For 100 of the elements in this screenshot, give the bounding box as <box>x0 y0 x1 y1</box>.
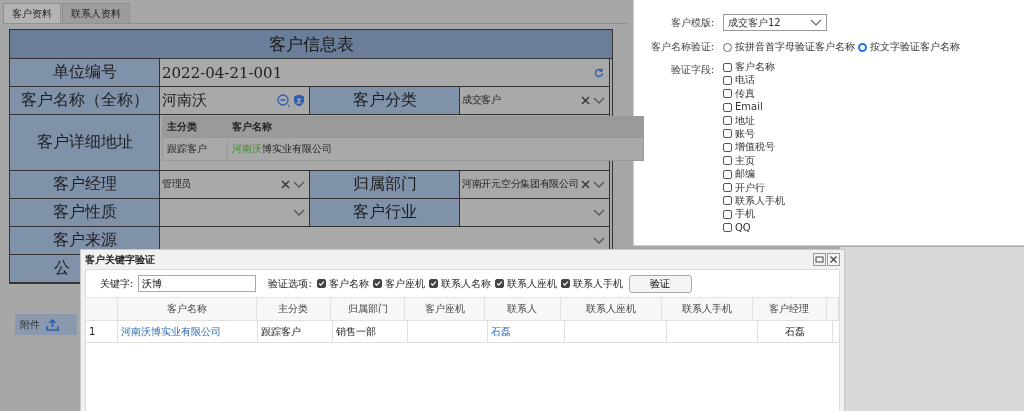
table-cell: 1 <box>86 321 118 342</box>
field-label: 客户经理 <box>10 171 160 199</box>
verify-button[interactable]: 验证 <box>628 274 692 293</box>
tab[interactable]: 客户资料 <box>3 3 61 23</box>
link-cell[interactable]: 河南沃博实业有限公司 <box>118 321 258 342</box>
shield-icon[interactable] <box>293 94 305 107</box>
select-field[interactable] <box>460 199 610 227</box>
column-header: 客户经理 <box>752 298 828 320</box>
checkbox-option[interactable]: 联系人手机 <box>723 194 785 207</box>
clear-icon[interactable] <box>581 96 590 105</box>
checkbox-option[interactable]: 联系人手机 <box>560 276 623 291</box>
name-field[interactable]: 河南沃 <box>160 87 310 115</box>
chevron-down-icon <box>810 19 822 26</box>
code-field[interactable]: 2022-04-21-001 <box>160 59 610 87</box>
attachment-button[interactable]: 附件 <box>15 314 77 335</box>
table-cell: 石磊 <box>758 321 833 342</box>
field-label: 单位编号 <box>10 59 160 87</box>
table-cell: 跟踪客户 <box>258 321 333 342</box>
column-header: 主分类 <box>163 117 228 137</box>
column-header: 主分类 <box>256 298 332 320</box>
column-header: 联系人 <box>484 298 562 320</box>
column-header: 客户名称 <box>231 120 272 134</box>
checkbox-icon[interactable] <box>723 89 732 99</box>
checkbox-icon[interactable] <box>723 156 732 166</box>
clear-icon[interactable] <box>281 180 290 189</box>
setting-label: 客户模版: <box>669 15 714 30</box>
maximize-icon[interactable] <box>813 253 826 266</box>
column-header: 联系人座机 <box>561 298 663 320</box>
select-field[interactable]: 管理员 <box>160 171 310 199</box>
checkbox-option[interactable]: 账号 <box>723 127 785 140</box>
checkbox-option[interactable]: 传真 <box>723 87 785 100</box>
upload-icon <box>46 318 59 331</box>
checkbox-icon[interactable] <box>316 279 326 288</box>
column-header: 联系人手机 <box>662 298 753 320</box>
tab[interactable]: 联系人资料 <box>62 3 130 23</box>
checkbox-option[interactable]: Email <box>723 101 785 114</box>
checkbox-icon[interactable] <box>723 183 732 192</box>
chevron-down-icon[interactable] <box>593 208 605 217</box>
checkbox-icon[interactable] <box>723 223 732 233</box>
checkbox-option[interactable]: 联系人座机 <box>494 276 557 291</box>
select-field[interactable]: 成交客户 <box>460 87 610 115</box>
checkbox-icon[interactable] <box>723 62 732 72</box>
select-field[interactable] <box>160 199 310 227</box>
chevron-down-icon[interactable] <box>593 180 605 189</box>
column-header: 客户座机 <box>405 298 485 320</box>
table-cell: 销售一部 <box>333 321 408 342</box>
clear-icon[interactable] <box>581 180 590 189</box>
chevron-down-icon[interactable] <box>593 96 605 105</box>
checkbox-option[interactable]: 联系人名称 <box>428 276 491 291</box>
field-label: 客户分类 <box>310 87 460 115</box>
setting-label: 验证字段: <box>669 63 714 77</box>
link-cell[interactable]: 石磊 <box>488 321 565 342</box>
checkbox-icon[interactable] <box>723 129 732 139</box>
checkbox-option[interactable]: QQ <box>723 221 785 234</box>
checkbox-icon[interactable] <box>723 169 732 179</box>
checkbox-option[interactable]: 手机 <box>723 208 785 221</box>
chevron-down-icon[interactable] <box>293 180 305 189</box>
checkbox-icon[interactable] <box>723 102 732 112</box>
refresh-icon[interactable] <box>593 66 605 79</box>
setting-label: 客户名称验证: <box>649 40 714 54</box>
keyword-field[interactable]: 沃博 <box>138 275 257 292</box>
checkbox-option[interactable]: 增值税号 <box>723 141 785 154</box>
search-icon[interactable] <box>277 94 290 107</box>
checkbox-option[interactable]: 邮编 <box>723 168 785 181</box>
checkbox-option[interactable]: 电话 <box>723 74 785 87</box>
checkbox-icon[interactable] <box>723 142 732 152</box>
close-icon[interactable] <box>827 253 840 266</box>
checkbox-option[interactable]: 客户名称 <box>316 276 369 291</box>
select-field[interactable]: 河南开元空分集团有限公司 <box>460 171 610 199</box>
suggestion-cell[interactable]: 跟踪客户 <box>163 138 228 160</box>
radio-icon[interactable] <box>858 42 867 52</box>
checkbox-icon[interactable] <box>723 209 732 219</box>
form-title: 客户信息表 <box>10 30 612 59</box>
checkbox-option[interactable]: 地址 <box>723 114 785 127</box>
template-select[interactable]: 成交客户12 <box>723 14 827 31</box>
dialog-title: 客户关键字验证 <box>85 252 155 267</box>
column-header: 客户名称 <box>117 298 257 320</box>
suggestion-cell[interactable]: 河南沃博实业有限公司 <box>228 142 332 156</box>
column-header: 归属部门 <box>331 298 406 320</box>
checkbox-icon[interactable] <box>372 279 382 288</box>
checkbox-option[interactable]: 开户行 <box>723 181 785 194</box>
radio-option[interactable]: 按拼音首字母验证客户名称 <box>723 40 855 54</box>
field-label: 归属部门 <box>310 171 460 199</box>
checkbox-option[interactable]: 主页 <box>723 154 785 167</box>
options-label: 验证选项: <box>268 276 312 291</box>
radio-option[interactable]: 按文字验证客户名称 <box>858 40 960 54</box>
field-label: 客户详细地址 <box>10 115 160 171</box>
checkbox-icon[interactable] <box>723 75 732 85</box>
checkbox-icon[interactable] <box>494 279 504 288</box>
chevron-down-icon[interactable] <box>593 236 605 245</box>
field-label: 客户性质 <box>10 199 160 227</box>
checkbox-option[interactable]: 客户名称 <box>723 61 785 73</box>
field-label: 客户行业 <box>310 199 460 227</box>
checkbox-icon[interactable] <box>723 196 732 206</box>
field-label: 客户名称（全称） <box>10 87 160 115</box>
checkbox-icon[interactable] <box>723 116 732 126</box>
checkbox-option[interactable]: 客户座机 <box>372 276 425 291</box>
checkbox-icon[interactable] <box>428 279 438 288</box>
checkbox-icon[interactable] <box>560 279 570 288</box>
chevron-down-icon[interactable] <box>293 208 305 217</box>
